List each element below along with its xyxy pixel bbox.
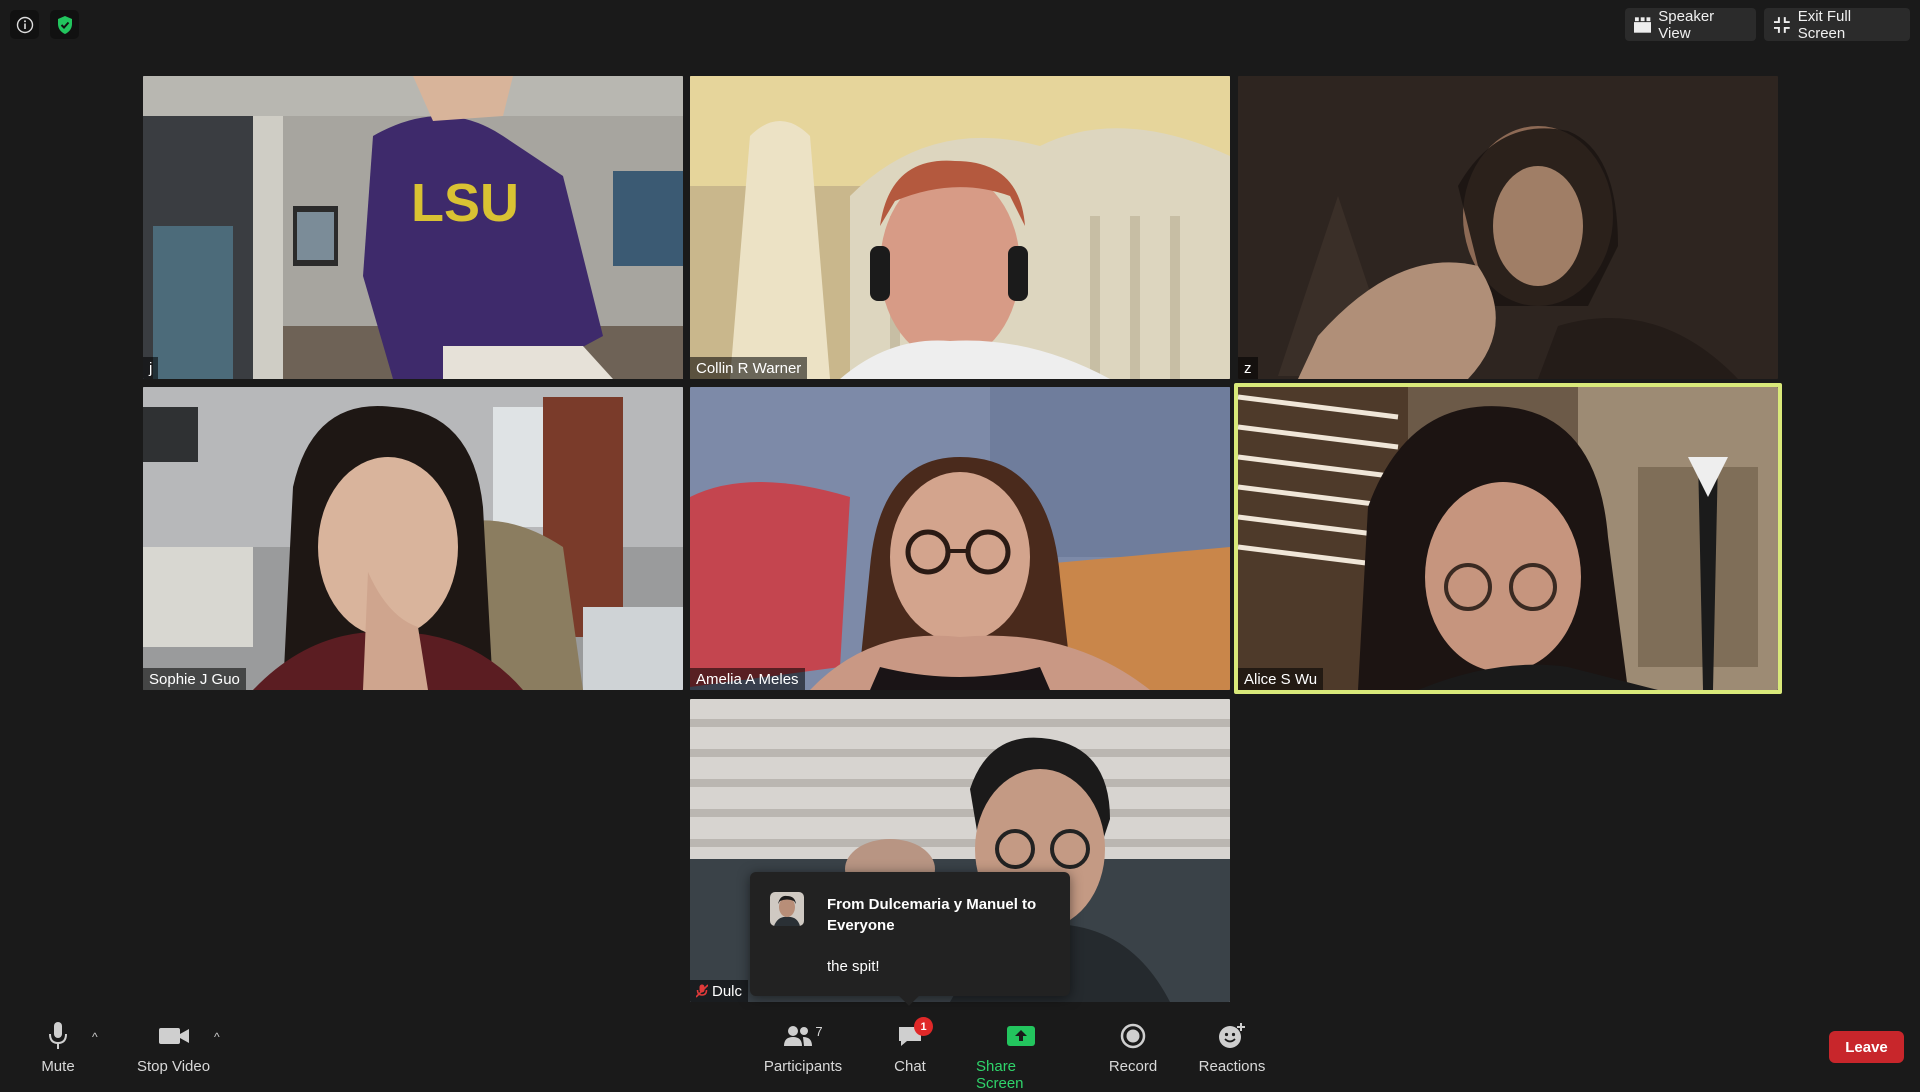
speaker-view-button[interactable]: Speaker View [1625,7,1756,42]
video-options-caret-icon[interactable]: ^ [214,1030,220,1044]
participant-name: z [1238,357,1258,379]
participant-name: Amelia A Meles [690,668,805,690]
video-camera-icon [158,1020,190,1052]
participants-icon: 7 [783,1020,823,1052]
smiley-plus-icon [1217,1020,1247,1052]
mute-label: Mute [41,1058,75,1075]
reactions-label: Reactions [1198,1058,1266,1075]
chat-label: Chat [894,1058,926,1075]
speaker-view-icon [1634,16,1652,33]
participant-name: Collin R Warner [690,357,808,379]
microphone-icon [47,1020,69,1052]
reactions-button[interactable]: Reactions [1199,1020,1265,1075]
avatar [770,892,804,926]
active-speaker-border [1234,383,1782,694]
participants-count: 7 [815,1023,823,1039]
video-feed [143,387,683,690]
speaker-view-label: Speaker View [1658,7,1715,42]
video-tile[interactable]: Sophie J Guo [143,387,683,690]
chat-message: the spit! [827,958,880,975]
muted-mic-icon [696,984,708,998]
shield-check-icon[interactable] [50,10,79,39]
leave-button[interactable]: Leave [1829,1031,1904,1063]
chat-button[interactable]: Chat 1 [892,1017,933,1075]
participant-name: Dulc [690,980,749,1002]
video-feed [690,387,1230,690]
share-screen-label: Share Screen [976,1058,1024,1092]
exit-full-screen-label: Exit Full Screen [1797,7,1852,42]
toast-pointer [899,986,919,1006]
chat-unread-badge: 1 [914,1017,933,1036]
stop-video-button[interactable]: Stop Video [136,1020,211,1075]
participant-name: Sophie J Guo [143,668,246,690]
share-screen-button[interactable]: Share Screen [976,1020,1066,1092]
video-tile[interactable]: LSU j [143,76,683,379]
participants-button[interactable]: 7 Participants [762,1020,844,1076]
chat-sender: From Dulcemaria y Manuel to Everyone [827,896,1037,934]
record-label: Record [1108,1058,1158,1075]
chat-notification[interactable]: From Dulcemaria y Manuel to Everyone the… [750,872,1070,1006]
record-button[interactable]: Record [1108,1020,1158,1075]
share-screen-icon [1006,1020,1036,1052]
info-icon[interactable] [10,10,39,39]
mute-button[interactable]: Mute [36,1020,80,1075]
exit-full-screen-button[interactable]: Exit Full Screen [1764,7,1910,42]
stop-video-label: Stop Video [136,1058,211,1075]
exit-fullscreen-icon [1773,16,1790,33]
video-feed [690,76,1230,379]
audio-options-caret-icon[interactable]: ^ [92,1030,98,1044]
video-tile[interactable]: Amelia A Meles [690,387,1230,690]
top-bar: Speaker View Exit Full Screen [0,0,1920,50]
participant-name: j [143,357,159,379]
participants-label: Participants [763,1058,843,1075]
video-tile[interactable]: z [1238,76,1778,379]
video-feed [1238,76,1778,379]
video-tile[interactable]: Collin R Warner [690,76,1230,379]
meeting-toolbar: Mute ^ Stop Video ^ 7 Participants Chat … [0,1010,1920,1092]
record-icon [1120,1020,1146,1052]
video-feed: LSU [143,76,683,379]
svg-text:LSU: LSU [411,173,519,233]
